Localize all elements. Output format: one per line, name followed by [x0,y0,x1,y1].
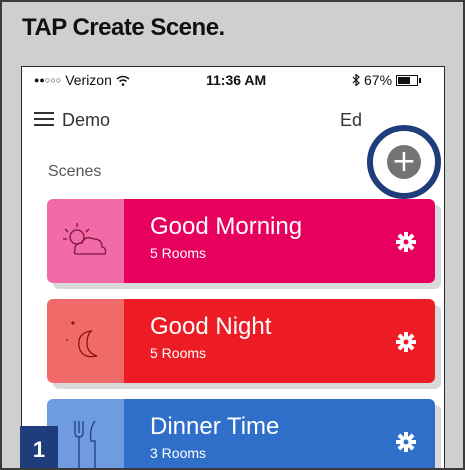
scene-card[interactable]: Good Morning 5 Rooms [47,199,435,283]
phone-screen: ●●○○○ Verizon 11:36 AM 67% Demo Ed + Sce… [21,66,445,468]
section-title: Scenes [48,163,102,180]
step-number-badge: 1 [20,426,58,468]
scene-card[interactable]: Dinner Time 3 Rooms [47,399,435,468]
wifi-icon [116,75,130,86]
create-scene-button[interactable]: + [387,145,421,179]
scene-icon-area [47,399,124,468]
scene-card[interactable]: Good Night 5 Rooms [47,299,435,383]
status-time: 11:36 AM [206,72,267,88]
scene-body: Good Morning 5 Rooms [124,199,435,283]
plus-circle-icon: + [391,144,417,179]
scene-rooms: 5 Rooms [150,345,207,361]
fork-knife-icon [74,420,96,468]
carrier-name: Verizon [65,72,112,88]
home-name[interactable]: Demo [62,110,110,131]
status-bar: ●●○○○ Verizon 11:36 AM 67% [22,67,444,91]
battery-fill [398,76,411,84]
nav-bar: Demo Ed + [22,101,444,199]
instruction-text: TAP Create Scene. [22,14,225,41]
signal-dots-icon: ●●○○○ [34,75,62,85]
gear-icon[interactable] [395,331,417,353]
highlight-ring: + [367,125,441,199]
bluetooth-icon [352,74,360,86]
scene-rooms: 5 Rooms [150,245,207,261]
moon-stars-icon [66,321,98,358]
scene-body: Good Night 5 Rooms [124,299,435,383]
battery-percent: 67% [364,72,393,88]
gear-icon[interactable] [395,431,417,453]
scene-icon-area [47,299,124,383]
tutorial-frame: TAP Create Scene. ●●○○○ Verizon 11:36 AM… [0,0,465,470]
edit-button[interactable]: Ed [340,110,362,131]
hamburger-menu-icon[interactable] [34,111,54,127]
gear-icon[interactable] [395,231,417,253]
scene-name: Good Morning [150,213,303,240]
sun-cloud-icon [63,223,107,255]
scene-rooms: 3 Rooms [150,445,207,461]
scene-name: Good Night [150,313,272,340]
battery-icon [396,74,422,86]
scene-icon-area [47,199,124,283]
scene-body: Dinner Time 3 Rooms [124,399,435,468]
scene-name: Dinner Time [150,413,280,440]
